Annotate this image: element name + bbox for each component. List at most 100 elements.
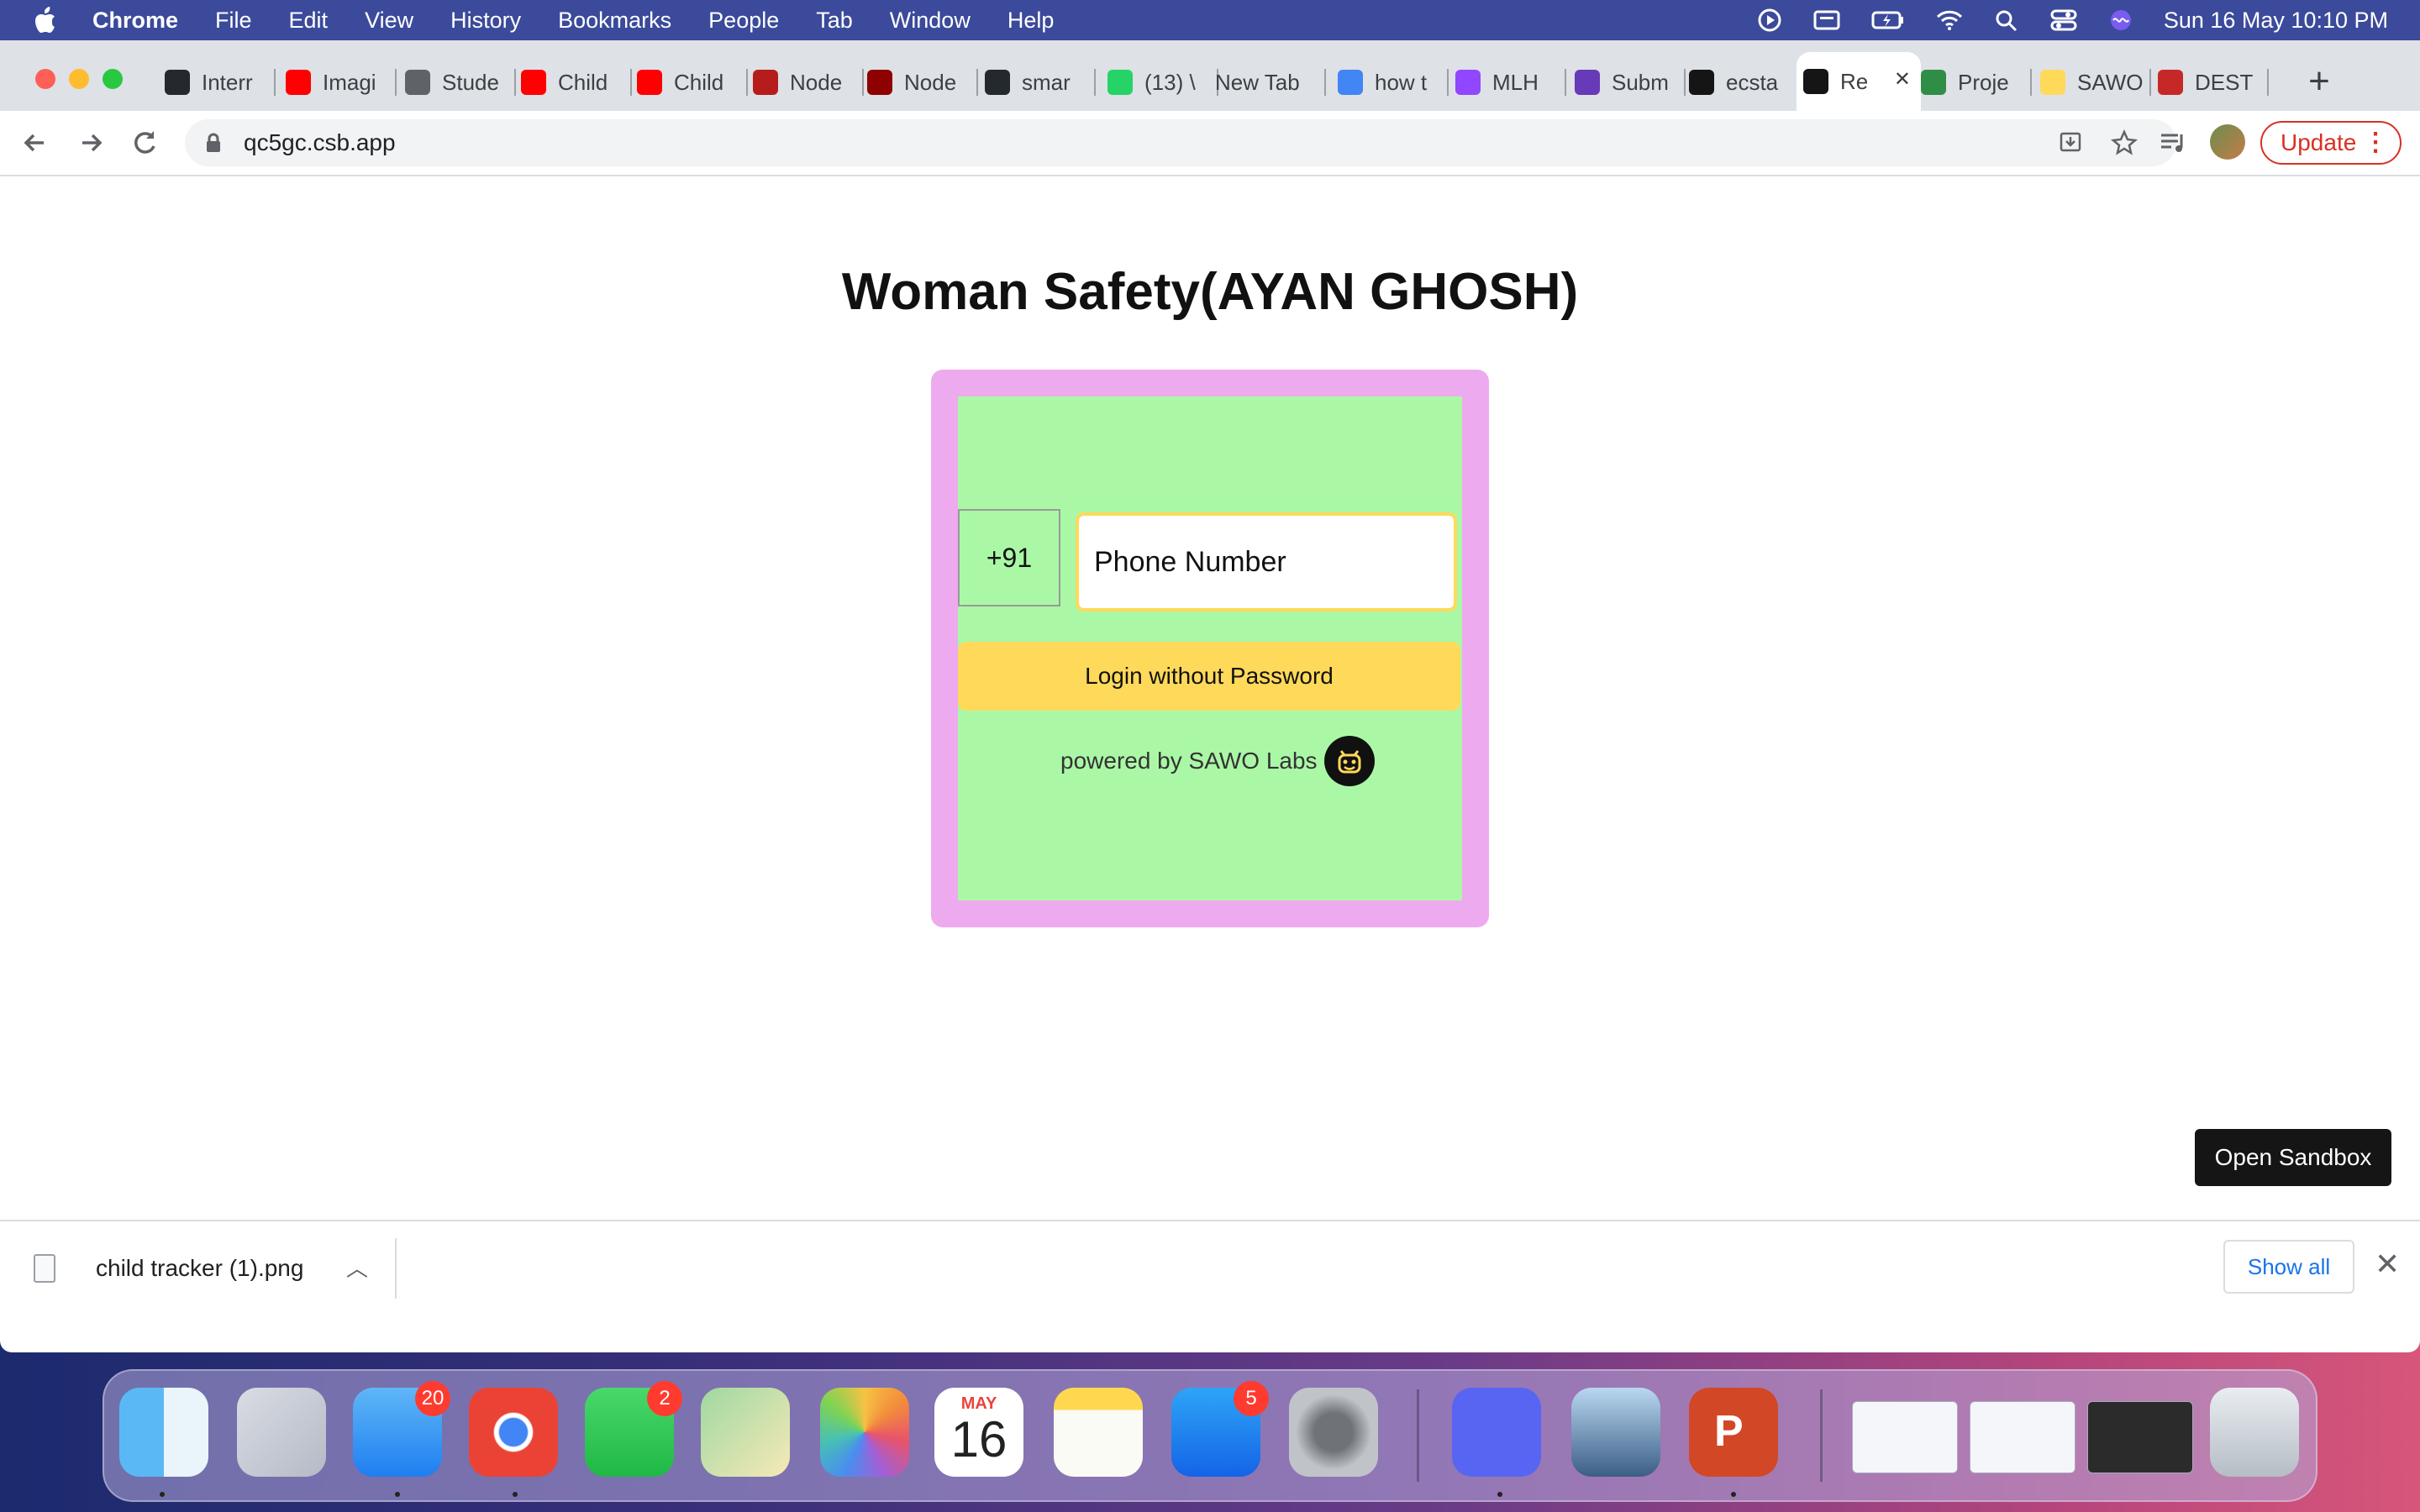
tab-label: SAWO [2077,69,2144,95]
tab-15[interactable]: Re ✕ [1797,52,1921,111]
system-preferences-icon[interactable] [1289,1388,1378,1477]
forward-button[interactable] [72,124,109,161]
window-close-button[interactable] [35,69,55,89]
browser-toolbar: qc5gc.csb.app Update ⋮ [0,111,2420,176]
apple-icon[interactable] [34,6,59,34]
download-item[interactable]: child tracker (1).png [34,1245,303,1292]
download-filename: child tracker (1).png [96,1255,304,1281]
tab-label: Subm [1612,69,1669,95]
siri-icon[interactable] [2107,8,2135,33]
tab-1[interactable]: Interr [158,59,276,106]
minimized-window-thumbnail[interactable] [2087,1401,2193,1473]
tab-9[interactable]: (13) \ [1101,59,1218,106]
menu-bookmarks[interactable]: Bookmarks [558,8,671,34]
back-button[interactable] [17,124,54,161]
photos-icon[interactable] [820,1388,909,1477]
tab-label: Child [674,69,724,95]
chrome-icon[interactable] [469,1388,558,1477]
tab-3[interactable]: Stude [398,59,516,106]
tab-separator [395,69,397,96]
lock-icon[interactable] [205,133,222,153]
discord-icon[interactable] [1452,1388,1541,1477]
tab-18[interactable]: DEST [2151,59,2269,106]
tab-8[interactable]: smar [978,59,1096,106]
menu-window[interactable]: Window [890,8,971,34]
spotlight-search-icon[interactable] [1992,8,2021,33]
show-all-button[interactable]: Show all [2223,1240,2354,1294]
tab-label: Child [558,69,608,95]
new-tab-button[interactable]: + [2296,59,2343,106]
dock-separator [1417,1389,1419,1482]
dock-running-indicator [1731,1492,1736,1497]
tab-separator [274,69,276,96]
window-zoom-button[interactable] [103,69,123,89]
minimized-window-thumbnail[interactable] [1970,1401,2075,1473]
address-bar[interactable]: qc5gc.csb.app [185,119,2176,166]
more-menu-icon[interactable]: ⋮ [2363,128,2388,157]
tab-10[interactable]: New Tab [1208,59,1326,106]
tab-6[interactable]: Node [746,59,864,106]
maps-icon[interactable] [701,1388,790,1477]
youtube-icon [286,70,311,95]
dock-running-indicator [160,1492,165,1497]
chevron-up-icon[interactable]: ︿ [346,1252,368,1283]
powerpoint-icon[interactable]: P [1689,1388,1778,1477]
menubar-clock[interactable]: Sun 16 May 10:10 PM [2164,8,2388,34]
menu-view[interactable]: View [365,8,413,34]
keyboard-icon[interactable] [1812,8,1841,33]
trash-icon[interactable] [2210,1388,2299,1477]
tab-separator [2030,69,2032,96]
tab-7[interactable]: Node [860,59,978,106]
reload-button[interactable] [126,124,163,161]
control-center-icon[interactable] [2049,8,2078,33]
update-button[interactable]: Update ⋮ [2260,121,2402,165]
tab-16[interactable]: Proje [1914,59,2032,106]
arrow-left-icon [24,134,44,152]
whatsapp-icon [1107,70,1133,95]
menu-tab[interactable]: Tab [816,8,853,34]
media-queue-icon[interactable] [2158,128,2188,158]
powered-by-sawo[interactable]: powered by SAWO Labs [1060,736,1375,786]
globe-icon [405,70,430,95]
battery-icon[interactable] [1870,8,1907,33]
tab-12[interactable]: MLH [1449,59,1566,106]
tab-13[interactable]: Subm [1568,59,1686,106]
menu-history[interactable]: History [450,8,521,34]
calendar-icon[interactable]: MAY 16 [934,1388,1023,1477]
close-icon[interactable]: ✕ [2375,1247,2400,1282]
powerpoint-letter: P [1714,1407,1744,1456]
menu-help[interactable]: Help [1007,8,1055,34]
preview-icon[interactable] [1571,1388,1660,1477]
phone-number-input[interactable] [1076,512,1457,612]
menu-file[interactable]: File [215,8,252,34]
tab-2[interactable]: Imagi [279,59,397,106]
wifi-icon[interactable] [1935,8,1964,33]
address-url[interactable]: qc5gc.csb.app [244,129,396,156]
gfg-icon [1921,70,1946,95]
window-minimize-button[interactable] [69,69,89,89]
tab-17[interactable]: SAWO [2033,59,2151,106]
open-sandbox-button[interactable]: Open Sandbox [2195,1129,2391,1186]
tab-4[interactable]: Child [514,59,632,106]
tab-11[interactable]: how t [1331,59,1449,106]
tab-label: New Tab [1215,69,1300,95]
country-code-box[interactable]: +91 [958,509,1060,606]
menu-edit[interactable]: Edit [289,8,329,34]
menu-people[interactable]: People [708,8,779,34]
play-status-icon[interactable] [1755,8,1784,33]
profile-avatar[interactable] [2210,124,2245,160]
form-icon [1575,70,1600,95]
install-app-icon[interactable] [2059,131,2082,155]
launchpad-icon[interactable] [237,1388,326,1477]
finder-icon[interactable] [119,1388,208,1477]
menu-app-name[interactable]: Chrome [92,8,178,34]
codesandbox-icon [1689,70,1714,95]
tab-14[interactable]: ecsta [1682,59,1800,106]
bookmark-star-icon[interactable] [2111,129,2138,156]
login-without-password-button[interactable]: Login without Password [958,642,1460,711]
tab-5[interactable]: Child [630,59,748,106]
notes-icon[interactable] [1054,1388,1143,1477]
notification-badge: 20 [415,1381,450,1416]
minimized-window-thumbnail[interactable] [1852,1401,1958,1473]
tab-close-icon[interactable]: ✕ [1894,67,1911,92]
